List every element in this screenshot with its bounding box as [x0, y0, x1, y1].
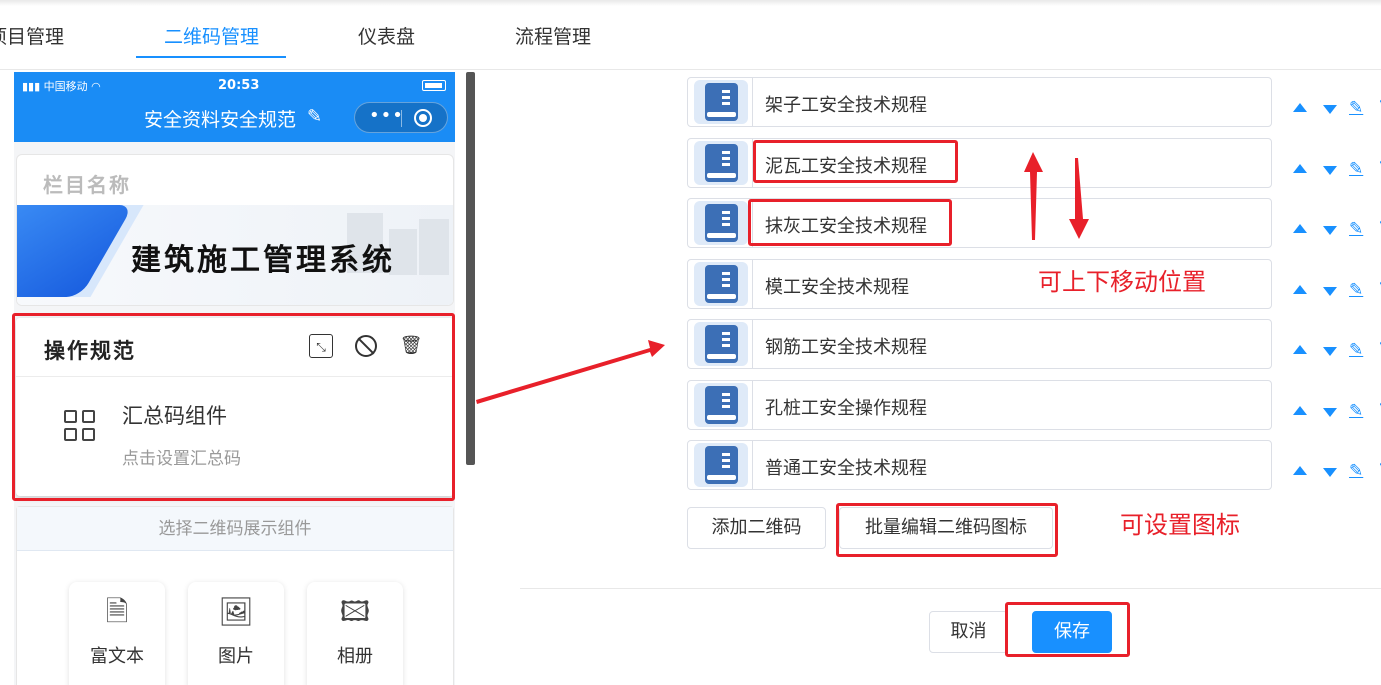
- arrow-right: [476, 340, 665, 404]
- annotation-arrows: [476, 152, 1089, 404]
- arrow-up: [1024, 152, 1043, 240]
- arrow-down: [1069, 158, 1089, 239]
